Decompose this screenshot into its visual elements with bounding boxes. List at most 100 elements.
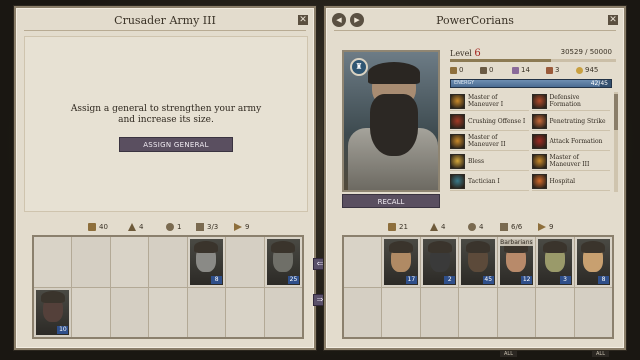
level-text: Level [450, 49, 472, 58]
unit-card[interactable]: 45 [461, 239, 495, 285]
formation-slot[interactable] [574, 287, 612, 337]
title-divider [24, 30, 306, 31]
unit-headgear [389, 240, 414, 253]
unit-card[interactable]: 25 [266, 239, 300, 285]
skills-scrollbar[interactable] [614, 92, 618, 192]
leadership-icon [88, 223, 96, 231]
hero-panel: ◀ ▶ PowerCorians ✕ ♜ RECALL Level 6 3052… [324, 6, 626, 350]
hero-stat-speed: 9 [538, 223, 553, 231]
formation-slot[interactable] [72, 287, 110, 337]
xp-counter: 30529 / 50000 [560, 48, 612, 56]
skill-item[interactable]: Hospital [531, 172, 610, 191]
skill-label: Master of Maneuver I [468, 94, 504, 108]
skill-icon [450, 113, 465, 129]
unit-icon [166, 223, 174, 231]
hero-formation-grid[interactable]: 17 2 45 12 Barbarians 3 8 [342, 235, 614, 339]
resource-sword: 0 [480, 66, 493, 74]
formation-slot[interactable]: 17 [382, 237, 420, 287]
skill-item[interactable]: Master of Maneuver II [450, 132, 529, 151]
xp-progress-fill [450, 59, 552, 62]
attack-icon [128, 223, 136, 231]
skill-label: Tactician I [468, 177, 500, 185]
formation-slot[interactable] [497, 287, 536, 337]
formation-slot[interactable] [536, 287, 574, 337]
energy-value: 42/45 [590, 80, 608, 87]
unit-count-badge: 25 [287, 275, 299, 284]
general-slot: Assign a general to strengthen your army… [24, 36, 308, 212]
unit-count-badge: 10 [57, 326, 69, 334]
unit-count-badge: 8 [597, 275, 609, 284]
army-stats-row: 40 4 1 3/3 9 [16, 223, 314, 235]
filter-all-tab-right[interactable]: ALL [592, 351, 609, 357]
hero-resources: 0 0 14 3 945 [450, 66, 618, 76]
general-portrait[interactable]: ♜ [342, 50, 440, 192]
unit-card[interactable]: 8 [576, 239, 610, 285]
formation-slot[interactable] [264, 287, 302, 337]
skill-icon [531, 173, 547, 189]
skill-item[interactable]: Defensive Formation [531, 92, 610, 111]
filter-all-tab-left[interactable]: ALL [500, 351, 517, 357]
unit-count-badge: 2 [444, 275, 456, 284]
hero-stat-leadership: 21 [388, 223, 408, 231]
formation-slot[interactable] [344, 237, 382, 287]
formation-slot[interactable] [149, 237, 187, 287]
formation-slot[interactable] [72, 237, 110, 287]
skill-icon [531, 113, 547, 129]
unit-card[interactable]: 17 [384, 239, 418, 285]
stat-value: 9 [245, 223, 250, 231]
formation-slot[interactable] [187, 287, 226, 337]
formation-slot[interactable] [110, 287, 149, 337]
formation-slot[interactable]: 8 [574, 237, 612, 287]
skill-item[interactable]: Bless [450, 152, 529, 171]
army-stat-attack: 4 [128, 223, 143, 231]
skills-scroll-thumb[interactable] [614, 94, 618, 130]
skill-icon [531, 133, 547, 149]
formation-slot[interactable]: 2 [420, 237, 459, 287]
skill-item[interactable]: Master of Maneuver I [450, 92, 529, 111]
assign-general-button[interactable]: ASSIGN GENERAL [119, 137, 233, 152]
formation-slot[interactable]: 12 Barbarians [497, 237, 536, 287]
hero-stat-attack: 4 [430, 223, 445, 231]
unit-card[interactable]: 2 [422, 239, 457, 285]
unit-card[interactable]: 8 [189, 239, 224, 285]
skill-item[interactable]: Master of Maneuver III [531, 152, 610, 171]
hero-stat-squads: 6/6 [500, 223, 522, 231]
formation-slot[interactable]: 25 [264, 237, 302, 287]
resource-value: 945 [585, 66, 599, 74]
hero-army-stats-row: 21 4 4 6/6 9 [326, 223, 624, 235]
skill-item[interactable]: Penetrating Strike [531, 112, 610, 131]
unit-card[interactable]: 3 [538, 239, 572, 285]
formation-slot[interactable] [344, 287, 382, 337]
skill-label: Hospital [549, 177, 576, 185]
formation-slot[interactable] [382, 287, 420, 337]
unit-card[interactable]: 12 Barbarians [499, 239, 534, 285]
recall-button[interactable]: RECALL [342, 194, 440, 208]
formation-slot[interactable]: 45 [459, 237, 497, 287]
resource-value: 0 [459, 66, 464, 74]
formation-slot[interactable]: 10 [34, 287, 72, 337]
skill-item[interactable]: Crushing Offense I [450, 112, 529, 131]
skill-item[interactable]: Tactician I [450, 172, 529, 191]
skill-label: Bless [468, 157, 485, 165]
skill-item[interactable]: Attack Formation [531, 132, 610, 151]
army-formation-grid[interactable]: 8 25 10 [32, 235, 304, 339]
formation-slot[interactable] [226, 287, 264, 337]
formation-slot[interactable] [34, 237, 72, 287]
formation-slot[interactable] [110, 237, 149, 287]
unit-count-badge: 12 [521, 275, 533, 284]
formation-slot[interactable] [226, 237, 264, 287]
close-army-panel-button[interactable]: ✕ [298, 15, 308, 25]
formation-slot[interactable]: 8 [187, 237, 226, 287]
formation-slot[interactable] [149, 287, 187, 337]
resource-coins: 945 [576, 66, 598, 74]
skill-label: Master of Maneuver III [549, 154, 590, 168]
close-hero-panel-button[interactable]: ✕ [608, 15, 618, 25]
unit-card[interactable]: 10 [36, 289, 70, 335]
leadership-icon [388, 223, 396, 231]
stat-value: 1 [177, 223, 182, 231]
formation-slot[interactable] [459, 287, 497, 337]
formation-slot[interactable] [420, 287, 459, 337]
skill-label: Master of Maneuver II [468, 134, 506, 148]
formation-slot[interactable]: 3 [536, 237, 574, 287]
speed-icon [234, 223, 242, 231]
